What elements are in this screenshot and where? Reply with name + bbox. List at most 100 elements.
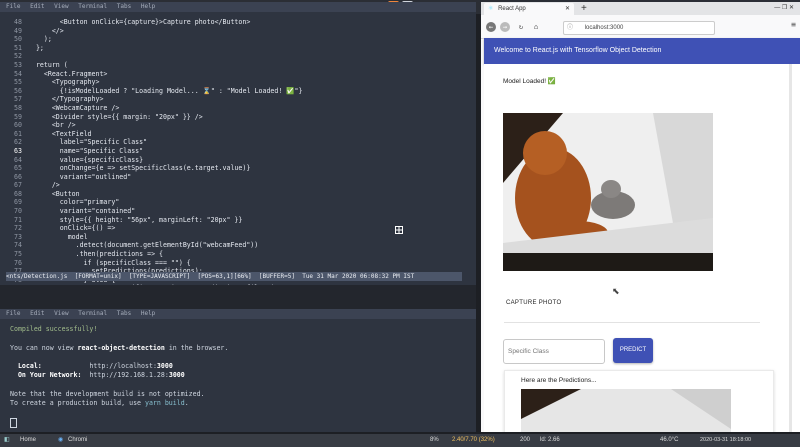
divider [504, 322, 760, 323]
tab-react-app[interactable]: ⚛ React App ✕ [484, 3, 574, 15]
webcam-feed [503, 113, 713, 271]
line-text: <Divider style={{ margin: "20px" }} /> [28, 112, 203, 121]
specific-class-field[interactable] [503, 339, 606, 364]
code-line[interactable]: 69 color="primary" [0, 198, 476, 207]
menu-tabs[interactable]: Tabs [117, 310, 131, 317]
menu-view[interactable]: View [54, 3, 68, 10]
menu-terminal[interactable]: Terminal [78, 310, 107, 317]
line-text: return ( [28, 60, 68, 69]
menu-help[interactable]: Help [141, 3, 155, 10]
menu-edit[interactable]: Edit [30, 3, 44, 10]
line-text: <WebcamCapture /> [28, 103, 120, 112]
code-line[interactable]: 63 name="Specific Class" [0, 147, 476, 156]
line-text: <Button onClick={capture}>Capture photo<… [28, 18, 251, 26]
back-icon[interactable]: ← [486, 22, 496, 32]
menu-edit[interactable]: Edit [30, 310, 44, 317]
code-line[interactable]: 62 label="Specific Class" [0, 138, 476, 147]
note-line: Note that the development build is not o… [10, 390, 205, 399]
code-line[interactable]: 74 .detect(document.getElementById("webc… [0, 241, 476, 250]
home-icon[interactable]: ⌂ [531, 22, 541, 32]
code-line[interactable]: 75 .then(predictions => { [0, 250, 476, 259]
chromium-label[interactable]: Chromi [68, 434, 87, 447]
menu-file[interactable]: File [6, 3, 20, 10]
code-line[interactable]: 52 [0, 52, 476, 61]
close-tab-icon[interactable]: ✕ [565, 3, 570, 15]
code-line[interactable]: 66 variant="outlined" [0, 173, 476, 182]
info-icon[interactable]: ⓘ [567, 25, 573, 31]
menu-view[interactable]: View [54, 310, 68, 317]
react-favicon-icon: ⚛ [488, 6, 494, 12]
line-number: 63 [14, 146, 22, 155]
menu-file[interactable]: File [6, 310, 20, 317]
compiled-message: Compiled successfully! [10, 325, 98, 333]
mouse-cursor-icon: ⬉ [612, 286, 620, 296]
forward-icon[interactable]: → [500, 22, 510, 32]
code-line[interactable]: 60 <br /> [0, 121, 476, 130]
line-number: 51 [14, 43, 22, 52]
line-number: 52 [14, 52, 22, 61]
predict-button[interactable]: PREDICT [613, 338, 653, 363]
line-text: <Typography> [28, 78, 100, 87]
page-scrollbar[interactable] [789, 64, 792, 432]
code-line[interactable]: 57 </Typography> [0, 95, 476, 104]
start-icon[interactable]: ◧ [4, 434, 10, 447]
line-text: <React.Fragment> [28, 69, 108, 78]
line-number: 70 [14, 207, 22, 216]
reload-icon[interactable]: ↻ [516, 22, 526, 32]
prediction-image [521, 389, 731, 432]
line-number: 62 [14, 138, 22, 147]
line-text: style={{ height: "56px", marginLeft: "20… [28, 215, 243, 224]
code-line[interactable]: 76 if (specificClass === "") { [0, 259, 476, 268]
line-number: 66 [14, 172, 22, 181]
line-number: 71 [14, 215, 22, 224]
mem-status: 200 [520, 437, 531, 443]
code-line[interactable]: 61 <TextField [0, 130, 476, 139]
terminal-window[interactable]: File Edit View Terminal Tabs Help Compil… [0, 309, 476, 432]
line-text: value={specificClass} [28, 155, 144, 164]
line-text: variant="contained" [28, 207, 136, 216]
code-line[interactable]: 70 variant="contained" [0, 207, 476, 216]
terminal-cursor [10, 417, 17, 428]
line-number: 75 [14, 250, 22, 259]
code-line[interactable]: 64 value={specificClass} [0, 156, 476, 165]
line-number: 61 [14, 129, 22, 138]
code-line[interactable]: 53 return ( [0, 61, 476, 70]
window-controls[interactable]: — ❐ ✕ [774, 2, 794, 15]
code-line[interactable]: 54 <React.Fragment> [0, 70, 476, 79]
new-tab-icon[interactable]: + [581, 2, 587, 15]
code-area[interactable]: 48 <Button onClick={capture}>Capture pho… [0, 18, 476, 293]
code-line[interactable]: 48 <Button onClick={capture}>Capture pho… [0, 18, 476, 27]
code-line[interactable]: 72 onClick={() => [0, 224, 476, 233]
menu-tabs[interactable]: Tabs [117, 3, 131, 10]
line-text: ); [28, 35, 52, 44]
code-line[interactable]: 50 ); [0, 35, 476, 44]
menu-icon[interactable]: ≡ [791, 20, 796, 29]
code-line[interactable]: 55 <Typography> [0, 78, 476, 87]
code-line[interactable]: 65 onChange={e => setSpecificClass(e.tar… [0, 164, 476, 173]
home-button[interactable]: Home [20, 434, 36, 447]
taskbar: ◧ Home ◉ Chromi 8% 2.40/7.70 (32%) 200 l… [0, 434, 800, 447]
menu-terminal[interactable]: Terminal [78, 3, 107, 10]
predictions-card: Here are the Predictions... [504, 370, 774, 432]
code-line[interactable]: 67 /> [0, 181, 476, 190]
code-line[interactable]: 51 }; [0, 44, 476, 53]
window-gap [0, 285, 476, 310]
specific-class-input[interactable] [504, 341, 606, 362]
code-line[interactable]: 56 {!isModelLoaded ? "Loading Model... ⌛… [0, 87, 476, 96]
code-line[interactable]: 73 model [0, 233, 476, 242]
chromium-icon[interactable]: ◉ [58, 434, 63, 447]
line-number: 59 [14, 112, 22, 121]
line-number: 60 [14, 121, 22, 130]
line-number: 68 [14, 189, 22, 198]
code-line[interactable]: 58 <WebcamCapture /> [0, 104, 476, 113]
menu-help[interactable]: Help [141, 310, 155, 317]
line-text: model [28, 232, 88, 241]
code-line[interactable]: 49 </> [0, 27, 476, 36]
url-field[interactable]: ⓘ localhost:3000 [563, 21, 715, 35]
code-line[interactable]: 68 <Button [0, 190, 476, 199]
capture-photo-button[interactable]: CAPTURE PHOTO [506, 300, 561, 306]
predict-label: PREDICT [619, 347, 647, 353]
code-line[interactable]: 71 style={{ height: "56px", marginLeft: … [0, 216, 476, 225]
editor-window: File Edit View Terminal Tabs Help 48 <Bu… [0, 2, 476, 310]
code-line[interactable]: 59 <Divider style={{ margin: "20px" }} /… [0, 113, 476, 122]
